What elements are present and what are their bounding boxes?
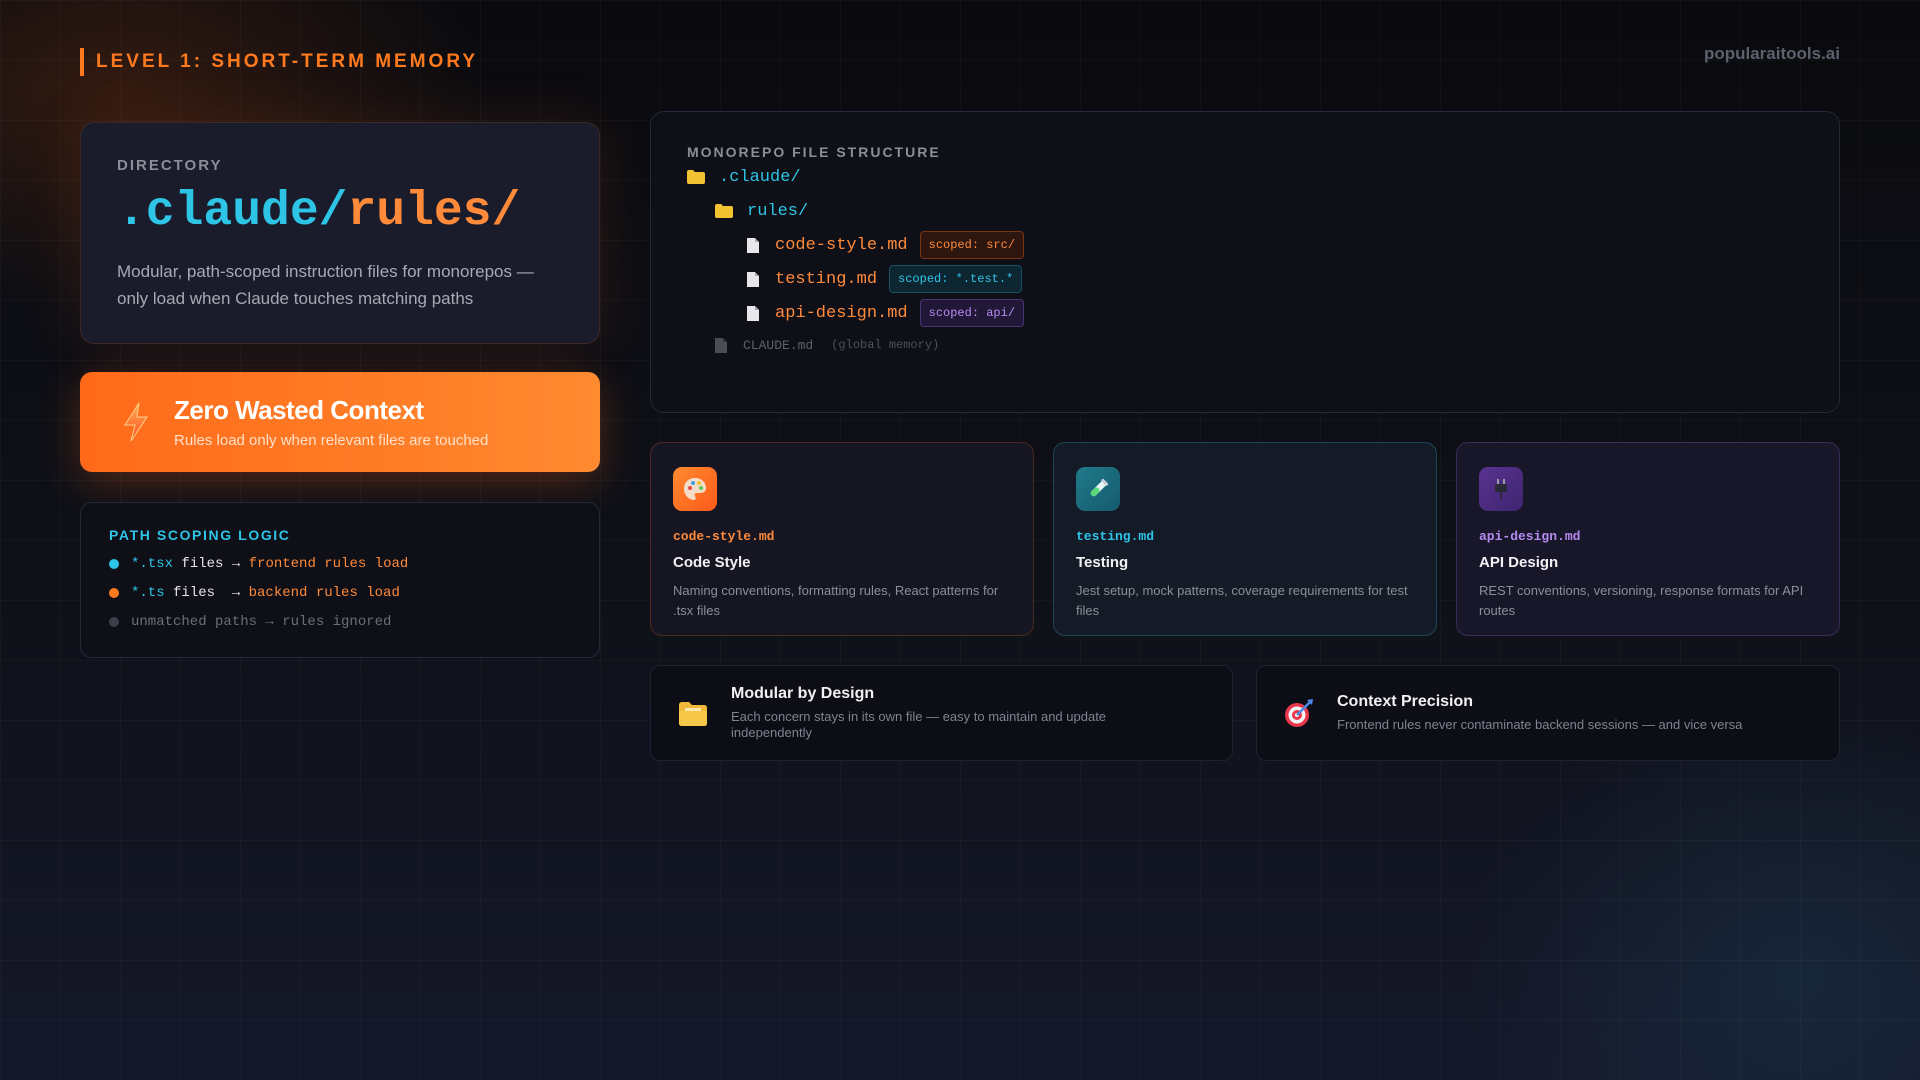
teal-dot-icon xyxy=(109,559,119,569)
scope-tag: scoped: api/ xyxy=(919,299,1025,327)
highlight-card: Zero Wasted Context Rules load only when… xyxy=(80,372,600,472)
tree-row-file[interactable]: testing.md scoped: *.test.* xyxy=(687,262,1803,296)
tree-row-rules[interactable]: rules/ xyxy=(687,194,1803,228)
rule-card-description: Jest setup, mock patterns, coverage requ… xyxy=(1076,583,1408,618)
scope-tag: scoped: *.test.* xyxy=(889,265,1023,293)
path-scoping-card: PATH SCOPING LOGIC *.tsx files → fronten… xyxy=(80,502,600,658)
feature-title: Context Precision xyxy=(1337,693,1474,710)
rule-card-title: API Design xyxy=(1479,554,1559,571)
file-icon xyxy=(715,337,727,353)
folder-icon xyxy=(687,170,705,184)
rule-card-title: Testing xyxy=(1076,554,1129,571)
directory-path: .claude/rules/ xyxy=(117,184,563,240)
file-structure-card: MONOREPO FILE STRUCTURE .claude/ rules/ … xyxy=(650,111,1840,413)
feature-description: Frontend rules never contaminate backend… xyxy=(1337,717,1743,732)
file-name: testing.md xyxy=(775,269,878,289)
tree-row-file[interactable]: api-design.md scoped: api/ xyxy=(687,296,1803,330)
feature-card-precision: Context Precision Frontend rules never c… xyxy=(1256,665,1840,761)
test-tube-icon xyxy=(1076,467,1120,511)
highlight-subtitle: Rules load only when relevant files are … xyxy=(174,432,489,449)
directory-card: DIRECTORY .claude/rules/ Modular, path-s… xyxy=(80,122,600,344)
scoping-row: unmatched paths → rules ignored xyxy=(109,614,571,630)
folder-icon xyxy=(715,204,733,218)
rule-card-code-style[interactable]: code-style.md Code Style Naming conventi… xyxy=(650,442,1034,636)
global-file-name: CLAUDE.md xyxy=(743,337,814,353)
folder-icon xyxy=(679,702,707,726)
directory-path-root: .claude/ xyxy=(117,185,348,239)
folder-name: rules/ xyxy=(747,201,809,221)
folder-name: .claude/ xyxy=(719,167,801,187)
feature-description: Each concern stays in its own file — eas… xyxy=(731,709,1107,740)
target-icon xyxy=(1285,699,1313,727)
feature-card-modular: Modular by Design Each concern stays in … xyxy=(650,665,1233,761)
rule-card-title: Code Style xyxy=(673,554,751,571)
tree-row-root[interactable]: .claude/ xyxy=(687,160,1803,194)
directory-label: DIRECTORY xyxy=(117,157,223,174)
rule-card-description: Naming conventions, formatting rules, Re… xyxy=(673,583,999,618)
feature-title: Modular by Design xyxy=(731,685,875,702)
file-name: code-style.md xyxy=(775,235,908,255)
plug-icon xyxy=(1479,467,1523,511)
gray-dot-icon xyxy=(109,617,119,627)
tree-row-global[interactable]: CLAUDE.md (global memory) xyxy=(687,330,1803,360)
feature-text: Modular by Design Each concern stays in … xyxy=(731,685,1161,741)
scoping-row: *.ts files → backend rules load xyxy=(109,585,571,601)
highlight-title: Zero Wasted Context xyxy=(174,395,424,425)
file-structure-title: MONOREPO FILE STRUCTURE xyxy=(687,144,941,160)
scope-tag: scoped: src/ xyxy=(919,231,1025,259)
highlight-text: Zero Wasted Context Rules load only when… xyxy=(174,395,488,449)
scoping-result: frontend rules load xyxy=(248,556,409,572)
file-icon xyxy=(747,271,759,287)
tree-row-file[interactable]: code-style.md scoped: src/ xyxy=(687,228,1803,262)
palette-icon xyxy=(673,467,717,511)
scoping-arrow: files → xyxy=(173,556,249,572)
brand-label: popularaitools.ai xyxy=(1703,44,1840,63)
rule-card-file: testing.md xyxy=(1076,529,1155,544)
rule-card-api-design[interactable]: api-design.md API Design REST convention… xyxy=(1456,442,1840,636)
scoping-row: *.tsx files → frontend rules load xyxy=(109,556,571,572)
directory-description: Modular, path-scoped instruction files f… xyxy=(117,262,534,308)
file-icon xyxy=(747,237,759,253)
rule-card-file: code-style.md xyxy=(673,529,775,544)
feature-text: Context Precision Frontend rules never c… xyxy=(1337,693,1742,733)
page-title: LEVEL 1: SHORT-TERM MEMORY xyxy=(80,48,478,76)
file-icon xyxy=(747,305,759,321)
scoping-pattern: *.tsx xyxy=(131,556,174,572)
rule-card-description: REST conventions, versioning, response f… xyxy=(1479,583,1804,618)
scoping-result: backend rules load xyxy=(248,585,400,601)
scoping-arrow: files → xyxy=(164,585,249,601)
path-scoping-title: PATH SCOPING LOGIC xyxy=(109,527,291,543)
global-file-note: (global memory) xyxy=(831,338,940,352)
orange-dot-icon xyxy=(109,588,119,598)
file-name: api-design.md xyxy=(775,303,908,323)
lightning-icon xyxy=(124,402,148,442)
scoping-result: unmatched paths → rules ignored xyxy=(131,614,392,630)
rule-card-file: api-design.md xyxy=(1479,529,1581,544)
directory-path-sub: rules/ xyxy=(347,185,521,239)
rule-card-testing[interactable]: testing.md Testing Jest setup, mock patt… xyxy=(1053,442,1437,636)
scoping-pattern: *.ts xyxy=(131,585,165,601)
